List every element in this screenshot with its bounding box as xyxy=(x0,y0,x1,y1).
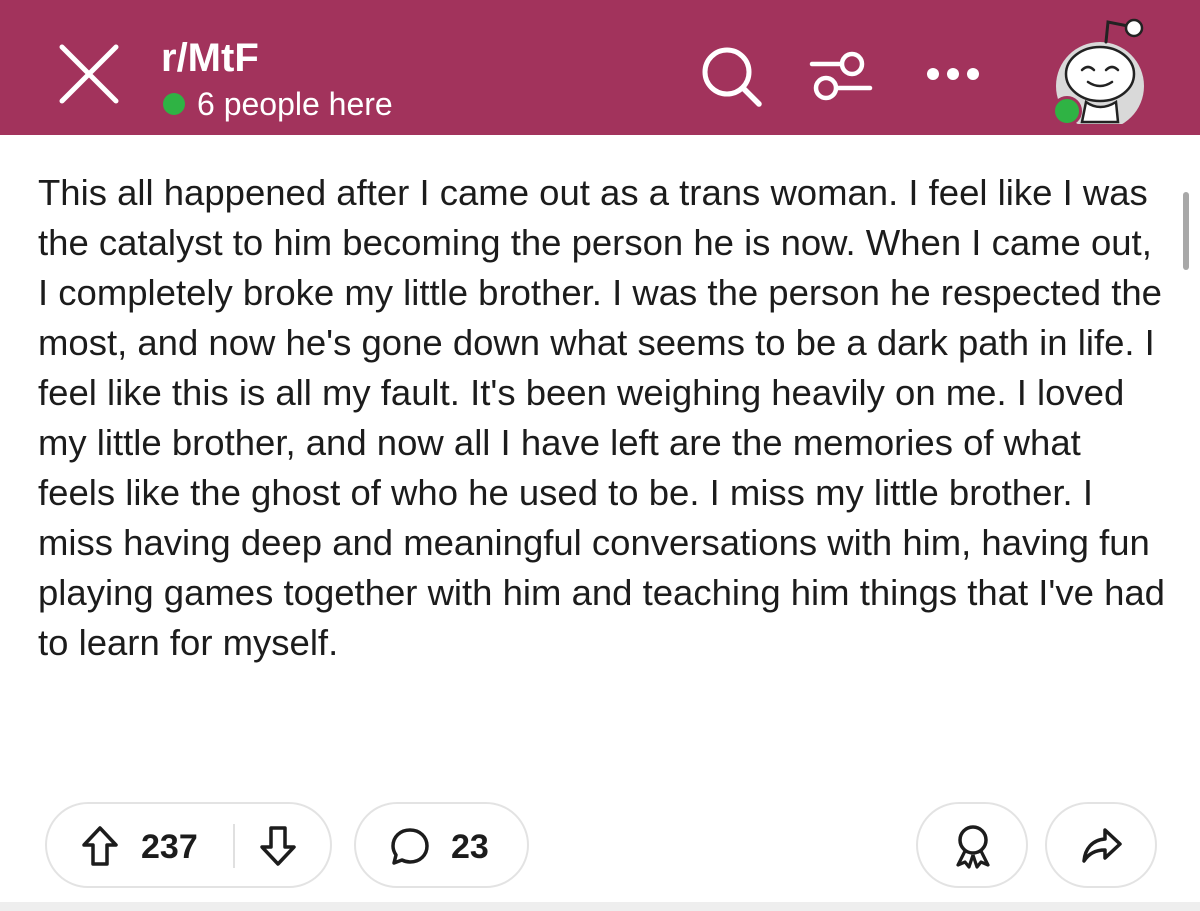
share-button[interactable] xyxy=(1045,802,1157,888)
online-status-dot xyxy=(163,93,185,115)
presence-text: 6 people here xyxy=(197,85,393,122)
presence-indicator: 6 people here xyxy=(163,86,393,122)
comment-bubble-icon xyxy=(391,828,429,865)
close-button[interactable] xyxy=(56,43,122,105)
avatar-online-dot xyxy=(1052,96,1082,126)
post-body-text: This all happened after I came out as a … xyxy=(38,172,1165,663)
user-avatar-button[interactable] xyxy=(1046,12,1156,126)
subreddit-header: r/MtF 6 people here xyxy=(0,0,1200,135)
bottom-divider xyxy=(0,902,1200,911)
close-icon xyxy=(59,44,119,104)
upvote-arrow-icon xyxy=(82,826,118,866)
subreddit-title[interactable]: r/MtF xyxy=(161,36,259,80)
filter-icon xyxy=(809,51,873,101)
scrollbar[interactable] xyxy=(1183,192,1189,270)
filter-button[interactable] xyxy=(808,44,874,110)
downvote-arrow-icon xyxy=(260,826,296,866)
vote-divider xyxy=(233,824,235,868)
more-options-icon xyxy=(927,68,979,80)
downvote-button[interactable] xyxy=(259,825,297,867)
share-arrow-icon xyxy=(1082,828,1122,863)
comments-button[interactable]: 23 xyxy=(354,802,529,888)
comment-count: 23 xyxy=(451,828,489,866)
upvote-button[interactable] xyxy=(81,825,119,867)
search-icon xyxy=(702,47,762,107)
vote-control: 237 xyxy=(45,802,332,888)
award-icon xyxy=(956,825,990,869)
award-button[interactable] xyxy=(916,802,1028,888)
vote-count: 237 xyxy=(141,828,198,866)
search-button[interactable] xyxy=(698,44,764,110)
more-options-button[interactable] xyxy=(922,54,984,94)
